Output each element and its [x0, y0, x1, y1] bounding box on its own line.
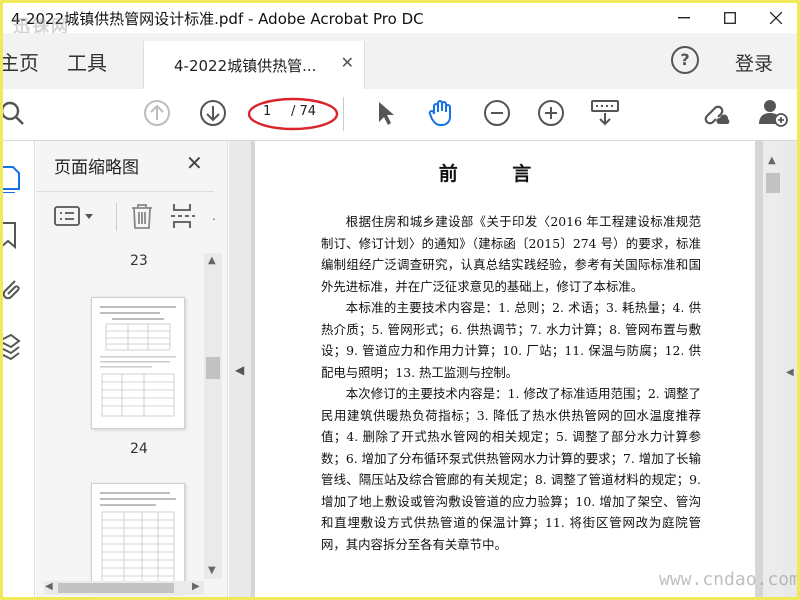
previous-page-button[interactable] [139, 95, 175, 131]
add-user-icon [759, 100, 788, 127]
thumbnail-page-label: 24 [130, 441, 148, 457]
thumbnail-page-label: 23 [130, 253, 148, 269]
close-icon [770, 12, 782, 24]
close-tab-icon[interactable]: ✕ [341, 53, 354, 72]
bookmarks-nav-button[interactable] [3, 219, 33, 253]
trash-icon [132, 204, 152, 229]
total-pages-label: / 74 [291, 104, 317, 119]
thumbnail-panel: 页面缩略图 ✕ . 23 24 ▲ ▼ ◀ ▶ [36, 141, 228, 597]
share-link-button[interactable] [699, 95, 735, 131]
arrow-down-circle-icon [200, 100, 226, 126]
paragraph: 本标准的主要技术内容是：1. 总则；2. 术语；3. 耗热量；4. 供热介质；5… [321, 300, 701, 380]
search-button[interactable] [3, 95, 31, 131]
panel-title: 页面缩略图 [54, 158, 139, 178]
thumbnail-content [100, 492, 176, 583]
zoom-out-icon [484, 100, 510, 126]
extract-page-button[interactable] [170, 201, 196, 231]
tab-home[interactable]: 主页 [3, 47, 39, 76]
page-heading: 前 言 [438, 163, 556, 185]
thumbnail-page-24[interactable] [91, 297, 185, 429]
scroll-right-arrow-icon[interactable]: ▶ [192, 581, 200, 592]
options-menu-icon [54, 206, 93, 226]
thumbnail-content [100, 306, 176, 417]
paperclip-icon [3, 280, 20, 300]
title-bar: 4-2022城镇供热管网设计标准.pdf - Adobe Acrobat Pro… [3, 3, 797, 37]
hand-tool-button[interactable] [423, 95, 459, 131]
document-view[interactable]: 前 言 根据住房和城乡建设部《关于印发〈2016 年工程建设标准规范制订、修订计… [251, 141, 763, 597]
horizontal-scrollbar-thumb[interactable] [58, 583, 174, 593]
page-thumbnails-nav-button[interactable] [3, 159, 33, 194]
panel-toolbar-divider [116, 203, 117, 231]
bookmark-icon [3, 222, 16, 250]
paragraph: 本次修订的主要技术内容是：1. 修改了标准适用范围；2. 调整了民用建筑供暖热负… [321, 386, 701, 552]
add-user-button[interactable] [755, 95, 791, 131]
search-icon [3, 101, 24, 125]
acrobat-window: 4-2022城镇供热管网设计标准.pdf - Adobe Acrobat Pro… [3, 3, 797, 597]
close-window-button[interactable] [753, 3, 797, 33]
document-vertical-scrollbar[interactable]: ▲ [763, 141, 783, 597]
layers-nav-button[interactable] [3, 331, 33, 365]
zoom-in-button[interactable] [533, 95, 569, 131]
scroll-left-arrow-icon[interactable]: ◀ [45, 581, 53, 592]
select-tool-button[interactable] [367, 95, 403, 131]
thumbnail-vertical-scrollbar[interactable]: ▲ ▼ [204, 253, 222, 579]
doc-scroll-up-arrow-icon[interactable]: ▲ [768, 155, 776, 166]
right-panel-handle[interactable]: ◀ [783, 141, 797, 597]
layers-icon [3, 333, 21, 361]
tab-document[interactable]: 4-2022城镇供热管... ✕ [143, 41, 365, 89]
minimize-button[interactable] [661, 3, 707, 33]
hand-icon [428, 100, 451, 126]
maximize-button[interactable] [707, 3, 753, 33]
next-page-button[interactable] [195, 95, 231, 131]
maximize-icon [724, 12, 736, 24]
pointer-arrow-icon [379, 102, 394, 125]
close-panel-icon[interactable]: ✕ [186, 151, 203, 175]
scroll-down-arrow-icon[interactable]: ▼ [208, 565, 216, 576]
toolbar: 1 / 74 [3, 89, 797, 141]
zoom-in-icon [538, 100, 564, 126]
zoom-out-button[interactable] [479, 95, 515, 131]
document-scrollbar-thumb[interactable] [766, 173, 780, 193]
page-split-icon [171, 204, 195, 228]
panel-divider [36, 191, 214, 192]
window-title: 4-2022城镇供热管网设计标准.pdf - Adobe Acrobat Pro… [11, 10, 424, 28]
login-button[interactable]: 登录 [735, 49, 773, 76]
current-page-input[interactable]: 1 [263, 104, 271, 119]
thumbnail-horizontal-scrollbar[interactable]: ◀ ▶ [44, 581, 204, 595]
tab-bar: 主页 工具 4-2022城镇供热管... ✕ ? 登录 [3, 33, 797, 89]
scroll-up-arrow-icon[interactable]: ▲ [208, 255, 216, 266]
toolbar-divider [343, 97, 344, 131]
help-button[interactable]: ? [671, 46, 699, 74]
page-display-button[interactable] [587, 95, 623, 131]
pages-icon [3, 166, 20, 194]
minimize-icon [678, 17, 690, 19]
expand-right-panel-arrow-icon[interactable]: ◀ [786, 367, 794, 378]
thumbnail-page-25[interactable] [91, 483, 185, 593]
arrow-up-circle-icon [144, 100, 170, 126]
document-tab-label: 4-2022城镇供热管... [174, 57, 317, 75]
paragraph: 根据住房和城乡建设部《关于印发〈2016 年工程建设标准规范制订、修订计划〉的通… [321, 214, 701, 294]
navigation-rail [3, 141, 35, 597]
document-page: 前 言 根据住房和城乡建设部《关于印发〈2016 年工程建设标准规范制订、修订计… [255, 141, 755, 597]
page-number-field[interactable]: 1 / 74 [247, 95, 339, 131]
keyboard-down-icon [591, 100, 619, 126]
page-body-text: 根据住房和城乡建设部《关于印发〈2016 年工程建设标准规范制订、修订计划〉的通… [321, 211, 701, 555]
scrollbar-thumb[interactable] [206, 357, 220, 379]
panel-collapse-handle[interactable]: ◀ [229, 141, 251, 597]
site-watermark: www.cndao.com [659, 569, 797, 590]
attachments-nav-button[interactable] [3, 275, 33, 309]
delete-page-button[interactable] [130, 201, 154, 231]
more-tools-icon[interactable]: . [212, 201, 216, 231]
collapse-left-arrow-icon[interactable]: ◀ [235, 363, 244, 377]
link-cloud-icon [704, 105, 730, 125]
thumbnail-options-button[interactable] [54, 201, 96, 231]
tab-tools[interactable]: 工具 [67, 47, 107, 76]
